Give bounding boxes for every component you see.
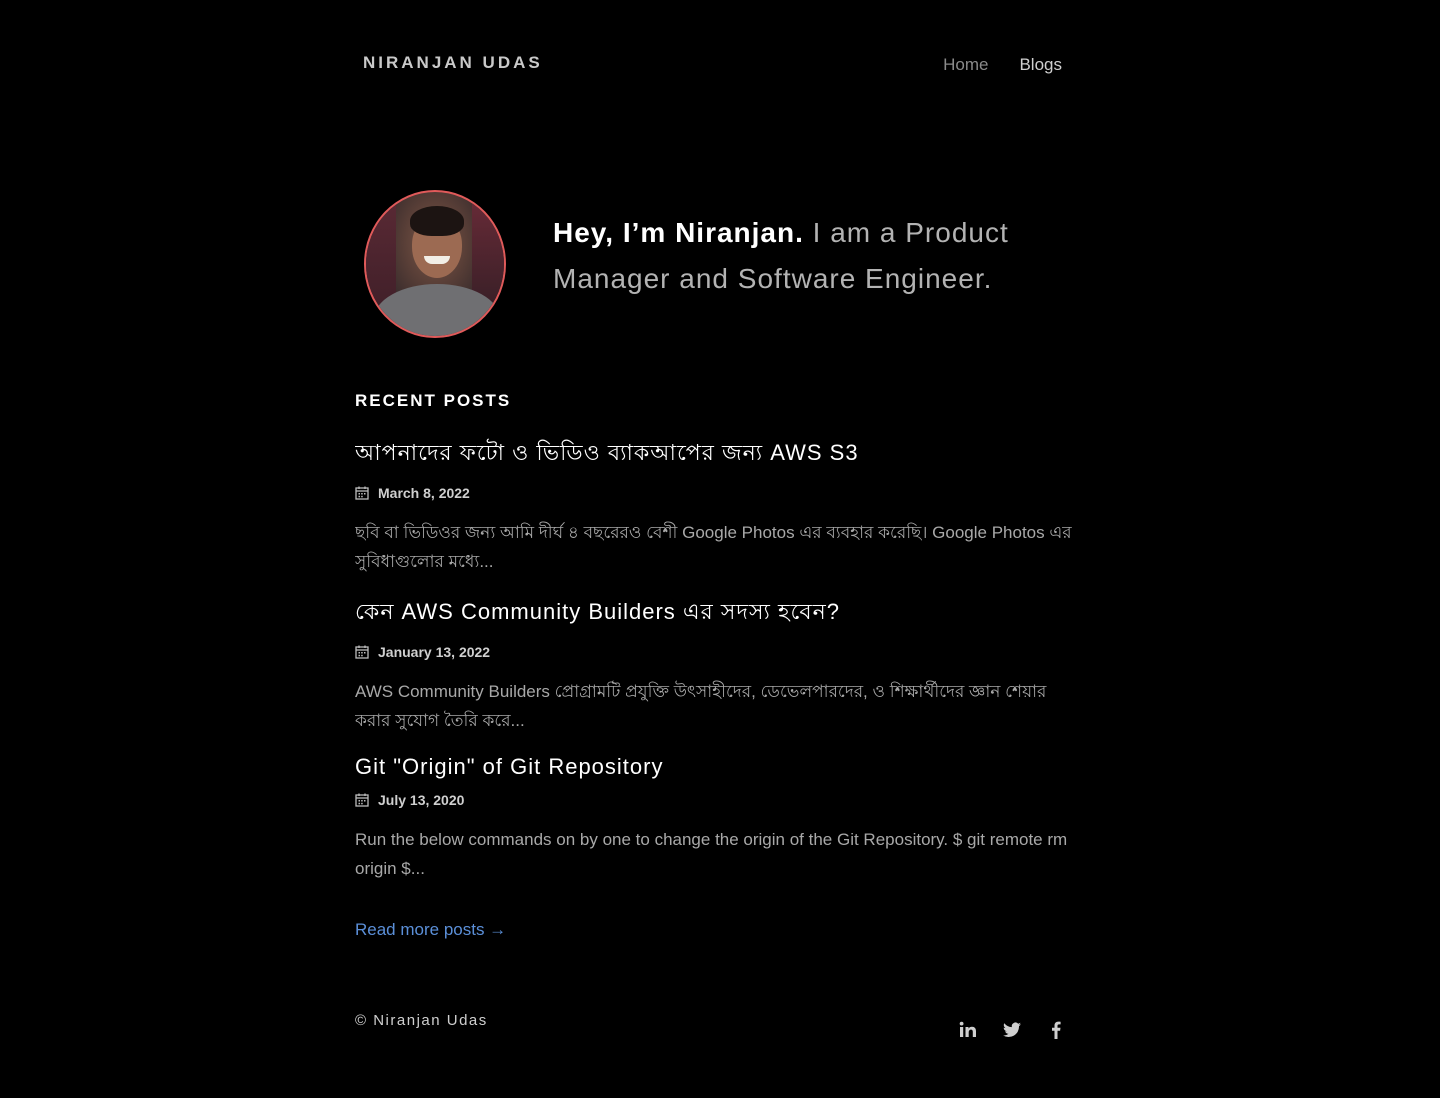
post-date: March 8, 2022 — [355, 483, 1085, 503]
recent-posts-heading: RECENT POSTS — [355, 391, 512, 410]
page: NIRANJAN UDAS Home Blogs Hey, I’m Niranj… — [0, 0, 1440, 1098]
post-date-text: March 8, 2022 — [378, 485, 470, 501]
post-date: July 13, 2020 — [355, 790, 1085, 810]
post-title[interactable]: Git "Origin" of Git Repository — [355, 754, 1085, 780]
read-more-link[interactable]: Read more posts → — [355, 920, 506, 940]
calendar-icon — [355, 645, 369, 659]
avatar — [364, 190, 506, 338]
post-excerpt: Run the below commands on by one to chan… — [355, 830, 1068, 878]
post-date-text: January 13, 2022 — [378, 644, 491, 660]
post-date: January 13, 2022 — [355, 642, 1085, 662]
calendar-icon — [355, 793, 369, 807]
intro-greeting: Hey, I’m Niranjan. — [553, 217, 804, 248]
twitter-icon[interactable] — [1001, 1019, 1023, 1041]
intro: Hey, I’m Niranjan. I am a Product Manage… — [553, 210, 1053, 302]
nav-blogs[interactable]: Blogs — [1019, 55, 1062, 75]
calendar-icon — [355, 486, 369, 500]
post-title[interactable]: কেন AWS Community Builders এর সদস্য হবেন… — [355, 595, 1085, 632]
site-brand[interactable]: NIRANJAN UDAS — [363, 53, 543, 73]
post-item: Git "Origin" of Git Repository July 13, … — [355, 754, 1085, 883]
main-nav: Home Blogs — [943, 55, 1062, 75]
linkedin-icon[interactable] — [957, 1019, 979, 1041]
copyright: © Niranjan Udas — [355, 1012, 488, 1029]
post-date-text: July 13, 2020 — [378, 792, 465, 808]
post-excerpt: AWS Community Builders প্রোগ্রামটি প্রযু… — [355, 682, 1047, 730]
facebook-icon[interactable] — [1045, 1019, 1067, 1041]
post-title[interactable]: আপনাদের ফটো ও ভিডিও ব্যাকআপের জন্য AWS S… — [355, 436, 1085, 473]
nav-home[interactable]: Home — [943, 55, 988, 75]
social-links — [957, 1019, 1067, 1041]
post-excerpt: ছবি বা ভিডিওর জন্য আমি দীর্ঘ ৪ বছরেরও বে… — [355, 523, 1072, 571]
post-item: কেন AWS Community Builders এর সদস্য হবেন… — [355, 595, 1085, 735]
post-item: আপনাদের ফটো ও ভিডিও ব্যাকআপের জন্য AWS S… — [355, 436, 1085, 576]
